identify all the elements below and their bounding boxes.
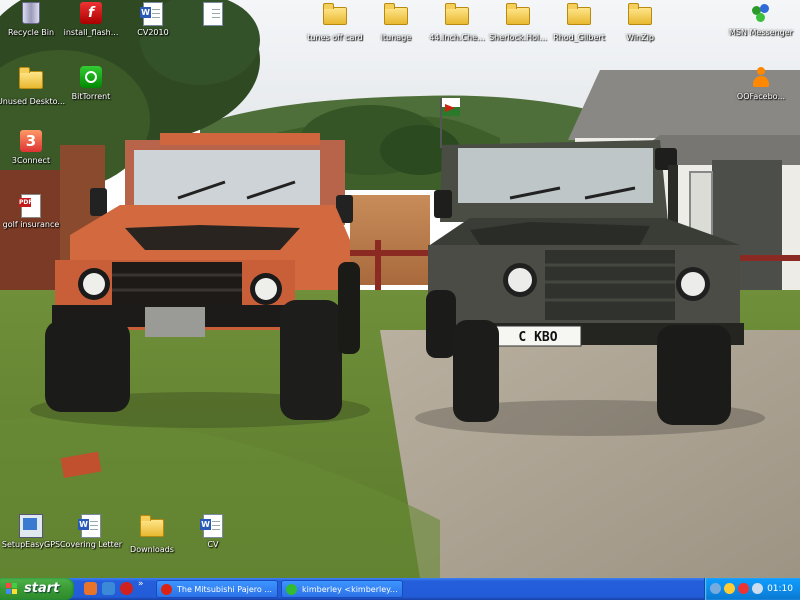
license-plate-text: C KBO: [518, 330, 557, 345]
clock[interactable]: 01:10: [767, 578, 793, 600]
icon-label: WinZip: [626, 33, 654, 42]
3connect-icon: 3: [20, 130, 42, 152]
msn-messenger-icon: [750, 2, 772, 24]
word-document-icon: W: [78, 514, 101, 538]
opera-icon[interactable]: [120, 582, 133, 595]
taskbar: start » The Mitsubishi Pajero ... kimber…: [0, 578, 800, 600]
start-button[interactable]: start: [0, 578, 74, 600]
volume-icon[interactable]: [752, 583, 763, 594]
opera-icon: [161, 584, 172, 595]
folder-icon: [628, 3, 652, 25]
taskbar-item-msn-chat[interactable]: kimberley <kimberley....: [281, 580, 403, 598]
icon-label: 3Connect: [11, 156, 51, 165]
word-document-icon: W: [140, 2, 163, 26]
folder-icon: [19, 67, 43, 89]
pdf-icon: PDF: [19, 194, 41, 218]
gps-setup-icon: [19, 514, 43, 538]
word-document-icon: W: [200, 514, 223, 538]
partial-document-shortcut[interactable]: [176, 2, 250, 28]
antivirus-icon[interactable]: [738, 583, 749, 594]
msn-chat-icon: [286, 584, 297, 595]
document-icon: [203, 2, 223, 26]
network-icon[interactable]: [710, 583, 721, 594]
folder-icon: [140, 515, 164, 537]
recycle-bin-icon: [22, 2, 40, 24]
winzip-folder[interactable]: WinZip: [603, 2, 677, 43]
golf-insurance-file[interactable]: PDF golf insurance: [0, 194, 68, 230]
folder-icon: [567, 3, 591, 25]
quick-launch-chevron-icon[interactable]: »: [138, 580, 146, 593]
icon-label: MSN Messenger: [729, 28, 793, 37]
bittorrent-icon: [80, 66, 102, 88]
windows-logo-icon: [6, 583, 18, 595]
folder-icon: [506, 3, 530, 25]
security-shield-icon[interactable]: [724, 583, 735, 594]
internet-explorer-icon[interactable]: [102, 582, 115, 595]
icon-label: OOFacebo...: [736, 92, 786, 101]
cv-document[interactable]: W CV: [176, 514, 250, 550]
start-label: start: [24, 581, 60, 596]
icon-label: CV: [207, 540, 219, 549]
firefox-icon[interactable]: [84, 582, 97, 595]
folder-icon: [323, 3, 347, 25]
taskbar-item-opera-window[interactable]: The Mitsubishi Pajero ...: [156, 580, 278, 598]
quick-launch-bar: »: [78, 578, 154, 600]
task-label: The Mitsubishi Pajero ...: [177, 585, 272, 594]
icon-label: golf insurance: [2, 220, 60, 229]
bittorrent-shortcut[interactable]: BitTorrent: [54, 66, 128, 102]
folder-icon: [384, 3, 408, 25]
3connect-shortcut[interactable]: 3 3Connect: [0, 130, 68, 166]
system-tray: 01:10: [704, 578, 800, 600]
icon-label: CV2010: [137, 28, 169, 37]
task-label: kimberley <kimberley....: [302, 585, 399, 594]
msn-messenger-shortcut[interactable]: MSN Messenger: [724, 2, 798, 38]
folder-icon: [445, 3, 469, 25]
facebook-shortcut[interactable]: OOFacebo...: [724, 66, 798, 102]
icon-label: BitTorrent: [71, 92, 111, 101]
desktop[interactable]: C KBO Recycle Bin f install_flash... Unu…: [0, 0, 800, 578]
flash-installer-icon: f: [80, 2, 102, 24]
person-icon: [750, 66, 772, 88]
